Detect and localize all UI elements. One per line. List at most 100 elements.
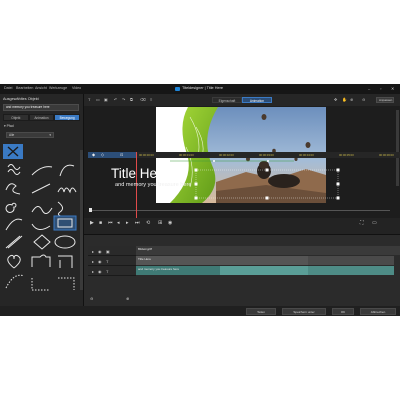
fullscreen-icon[interactable]: ⛶ bbox=[360, 220, 364, 226]
move-tool-icon[interactable]: ✥ bbox=[334, 97, 337, 102]
ruler-tick: 00:00:03:00 bbox=[259, 153, 274, 157]
path-curve-icon[interactable] bbox=[31, 166, 53, 176]
delete-icon[interactable]: ⌫ bbox=[140, 97, 146, 102]
path-none-icon[interactable] bbox=[3, 144, 23, 159]
path-loop-icon[interactable] bbox=[5, 183, 21, 195]
category-header[interactable]: ▾ Pfad bbox=[4, 124, 14, 128]
minimize-icon[interactable]: – bbox=[368, 86, 370, 91]
add-shape-icon[interactable]: ▭ bbox=[96, 97, 100, 102]
copy-icon[interactable]: ⧉ bbox=[130, 97, 133, 102]
redo-icon[interactable]: ↷ bbox=[122, 97, 125, 102]
object-panel: Ausgewähltes Objekt and memory you treas… bbox=[0, 94, 84, 306]
object-text-field[interactable]: and memory you treasure here bbox=[3, 104, 79, 111]
panel-scrollbar[interactable] bbox=[80, 150, 83, 290]
selection-box[interactable] bbox=[194, 164, 340, 200]
path-swing-icon[interactable] bbox=[31, 223, 51, 230]
track-header: ▸ ◉ T bbox=[88, 256, 136, 266]
menu-tools[interactable]: Werkzeuge bbox=[49, 86, 67, 90]
next-frame-icon[interactable]: ⏭ bbox=[135, 220, 140, 226]
zoom-out-timeline-icon[interactable]: ⊖ bbox=[90, 296, 93, 301]
path-ellipse-icon[interactable] bbox=[54, 235, 76, 249]
preview-scrollbar[interactable] bbox=[396, 110, 399, 186]
track-clip[interactable]: Title Here bbox=[136, 256, 308, 265]
menu-view[interactable]: Ansicht bbox=[35, 86, 47, 90]
path-line-icon[interactable] bbox=[31, 183, 51, 194]
loop-icon[interactable]: ⟲ bbox=[146, 220, 150, 226]
remove-keyframe-icon[interactable]: ◇ bbox=[101, 152, 104, 157]
path-spiral-icon[interactable] bbox=[5, 202, 17, 213]
zoom-out-icon[interactable]: ⊖ bbox=[362, 97, 365, 102]
add-image-icon[interactable]: ▣ bbox=[104, 97, 108, 102]
path-corner-icon[interactable] bbox=[58, 255, 73, 268]
track-clip-tail[interactable] bbox=[308, 266, 394, 275]
path-dotted-corner-icon[interactable] bbox=[31, 278, 50, 291]
path-wave-icon[interactable] bbox=[7, 164, 21, 175]
expand-arrow-icon[interactable]: ▸ bbox=[92, 259, 94, 264]
path-s-curve-icon[interactable] bbox=[31, 206, 53, 214]
hand-tool-icon[interactable]: ✋ bbox=[342, 97, 347, 102]
menu-video[interactable]: Video bbox=[72, 86, 81, 90]
output-settings-icon[interactable]: ▭ bbox=[372, 220, 377, 226]
zoom-in-icon[interactable]: ⊕ bbox=[350, 97, 353, 102]
title-text[interactable]: Title Here bbox=[111, 166, 169, 181]
ok-button[interactable]: OK bbox=[332, 308, 354, 315]
rewind-icon[interactable]: ◂ bbox=[117, 220, 120, 226]
safe-zone-icon[interactable]: ⊞ bbox=[158, 220, 162, 226]
slider-knob[interactable] bbox=[89, 208, 92, 212]
track-clip-tail[interactable] bbox=[308, 256, 394, 265]
path-dotted-arc-icon[interactable] bbox=[5, 274, 25, 289]
path-rectangle-icon[interactable] bbox=[53, 215, 77, 231]
ruler-tick: 00:00:02:00 bbox=[219, 153, 234, 157]
visibility-eye-icon[interactable]: ◉ bbox=[98, 269, 102, 274]
menu-file[interactable]: Datei bbox=[4, 86, 12, 90]
preview-seek-slider[interactable] bbox=[84, 206, 400, 214]
tab-properties[interactable]: Eigenschaft bbox=[212, 97, 242, 103]
menu-edit[interactable]: Bearbeiten bbox=[16, 86, 33, 90]
track-clip[interactable]: Bildeingriff bbox=[136, 246, 400, 255]
timeline-toolbar bbox=[88, 152, 136, 158]
zoom-in-timeline-icon[interactable]: ⊕ bbox=[126, 296, 129, 301]
path-diamond-icon[interactable] bbox=[33, 234, 51, 250]
cancel-button[interactable]: Abbrechen bbox=[360, 308, 396, 315]
add-keyframe-icon[interactable]: ◆ bbox=[92, 152, 95, 157]
track-clip[interactable]: and memory you treasure here bbox=[136, 266, 220, 275]
maximize-icon[interactable]: ▫ bbox=[380, 86, 381, 91]
stop-icon[interactable]: ■ bbox=[99, 220, 102, 226]
previous-frame-icon[interactable]: ⏮ bbox=[108, 220, 113, 226]
tab-motion[interactable]: Bewegung bbox=[54, 114, 81, 121]
ruler-tick: 00:00:05:00 bbox=[339, 153, 354, 157]
expand-arrow-icon[interactable]: ▸ bbox=[92, 269, 94, 274]
play-icon[interactable]: ▶ bbox=[90, 220, 94, 226]
visibility-eye-icon[interactable]: ◉ bbox=[98, 249, 102, 254]
expand-arrow-icon[interactable]: ▸ bbox=[92, 249, 94, 254]
tab-animation-view[interactable]: Animation bbox=[242, 97, 272, 103]
zoom-select[interactable]: Anpassen bbox=[376, 97, 394, 103]
share-button[interactable]: Teilen bbox=[246, 308, 276, 315]
path-heart-icon[interactable] bbox=[7, 254, 21, 269]
clip-label: and memory you treasure here bbox=[138, 267, 180, 271]
save-as-button[interactable]: Speichern unter bbox=[282, 308, 326, 315]
path-arc-icon[interactable] bbox=[59, 164, 75, 177]
subtitle-text[interactable]: and memory you treasure here bbox=[115, 182, 192, 188]
tab-animation[interactable]: Animation bbox=[28, 114, 55, 121]
path-dotted-bracket-icon[interactable] bbox=[58, 277, 75, 290]
lock-icon[interactable]: ⊡ bbox=[120, 152, 123, 157]
snapshot-icon[interactable]: ◉ bbox=[168, 220, 172, 226]
path-filter-select[interactable]: Alle ▾ bbox=[6, 132, 54, 138]
path-spring-icon[interactable] bbox=[57, 187, 77, 194]
app-logo-icon bbox=[175, 87, 180, 91]
path-swoosh-icon[interactable] bbox=[5, 218, 23, 231]
path-diagonal-icon[interactable] bbox=[5, 235, 23, 249]
align-icon[interactable]: ≡ bbox=[150, 97, 152, 102]
undo-icon[interactable]: ↶ bbox=[114, 97, 117, 102]
add-text-icon[interactable]: T bbox=[88, 97, 90, 102]
visibility-eye-icon[interactable]: ◉ bbox=[98, 259, 102, 264]
tab-object[interactable]: Objekt bbox=[3, 114, 29, 121]
playback-controls: ▶ ■ ⏮ ◂ ▸ ⏭ ⟲ ⊞ ◉ ⛶ ▭ bbox=[84, 218, 400, 230]
path-box-bump-icon[interactable] bbox=[31, 254, 51, 267]
title-designer-window: Datei Bearbeiten Ansicht Werkzeuge Video… bbox=[0, 84, 400, 316]
timeline-ruler[interactable]: 00:00:00:00 00:00:01:00 00:00:02:00 00:0… bbox=[136, 152, 400, 158]
track-clip-highlight[interactable] bbox=[220, 266, 308, 275]
forward-icon[interactable]: ▸ bbox=[126, 220, 129, 226]
close-icon[interactable]: ✕ bbox=[391, 86, 394, 91]
